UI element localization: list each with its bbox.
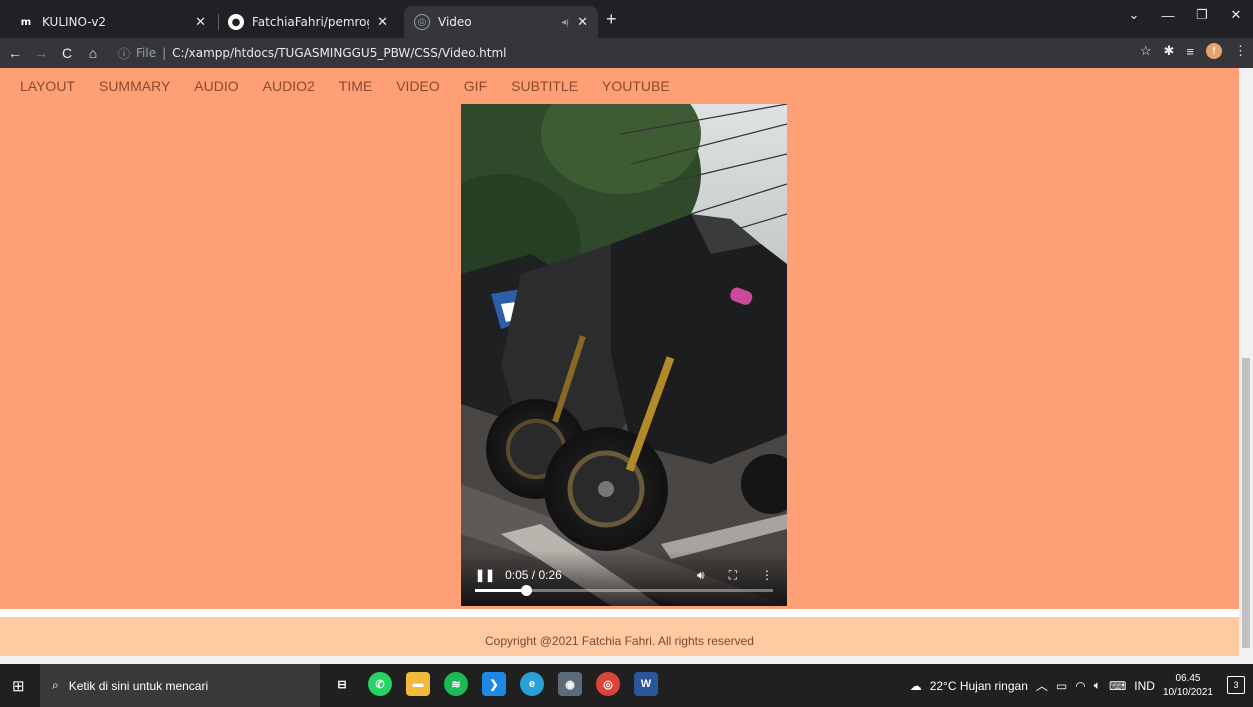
address-prefix: File bbox=[136, 46, 157, 60]
scrollbar-thumb[interactable] bbox=[1242, 358, 1250, 648]
address-url: C:/xampp/htdocs/TUGASMINGGU5_PBW/CSS/Vid… bbox=[172, 46, 507, 60]
tab-github[interactable]: ● FatchiaFahri/pemrograman-web- ✕ bbox=[218, 6, 398, 38]
windows-taskbar: ⊞ ⌕ Ketik di sini untuk mencari ⊟ ✆ ▬ ≋ … bbox=[0, 664, 1253, 707]
address-divider: | bbox=[162, 46, 167, 60]
minimize-button[interactable]: — bbox=[1151, 0, 1185, 30]
clock-date: 10/10/2021 bbox=[1162, 686, 1213, 698]
tab-label: FatchiaFahri/pemrograman-web- bbox=[252, 15, 369, 29]
profile-avatar[interactable]: f bbox=[1206, 43, 1222, 59]
more-options-icon[interactable]: ⋮ bbox=[761, 568, 773, 583]
language-indicator[interactable]: IND bbox=[1134, 679, 1155, 693]
vertical-scrollbar[interactable] bbox=[1239, 68, 1253, 664]
window-controls: ⌄ — ❐ ✕ bbox=[1117, 0, 1253, 30]
main-section: LAYOUT SUMMARY AUDIO AUDIO2 TIME VIDEO G… bbox=[0, 68, 1239, 609]
home-icon[interactable]: ⌂ bbox=[82, 45, 104, 61]
weather-text[interactable]: 22°C Hujan ringan bbox=[930, 679, 1028, 693]
nav-link-youtube[interactable]: YOUTUBE bbox=[602, 78, 670, 94]
pause-icon[interactable]: ❚❚ bbox=[475, 568, 495, 582]
close-icon[interactable]: ✕ bbox=[195, 15, 206, 30]
camera-icon[interactable]: ◉ bbox=[558, 672, 582, 696]
nav-link-summary[interactable]: SUMMARY bbox=[99, 78, 170, 94]
search-placeholder: Ketik di sini untuk mencari bbox=[68, 678, 209, 693]
keyboard-icon[interactable]: ⌨ bbox=[1109, 679, 1126, 693]
new-tab-button[interactable]: + bbox=[606, 9, 617, 30]
volume-icon[interactable]: 🔊︎ bbox=[697, 568, 705, 583]
nav-link-audio2[interactable]: AUDIO2 bbox=[263, 78, 315, 94]
chrome-icon[interactable]: ◎ bbox=[596, 672, 620, 696]
notification-center-icon[interactable]: 3 bbox=[1227, 676, 1245, 694]
footer-copyright: Copyright @2021 Fatchia Fahri. All right… bbox=[485, 633, 754, 648]
address-bar[interactable]: ⓘ File | C:/xampp/htdocs/TUGASMINGGU5_PB… bbox=[118, 41, 507, 65]
fullscreen-icon[interactable]: ⛶ bbox=[729, 568, 737, 583]
video-right-controls: 🔊︎ ⛶ ⋮ bbox=[697, 568, 773, 583]
nav-link-subtitle[interactable]: SUBTITLE bbox=[511, 78, 578, 94]
video-progress-fill bbox=[475, 589, 526, 592]
tab-label: KULINO-v2 bbox=[42, 15, 107, 29]
tab-search-icon[interactable]: ⌄ bbox=[1117, 0, 1151, 30]
battery-icon[interactable]: ▭ bbox=[1056, 679, 1067, 693]
page-viewport: LAYOUT SUMMARY AUDIO AUDIO2 TIME VIDEO G… bbox=[0, 68, 1253, 664]
close-icon[interactable]: ✕ bbox=[577, 15, 588, 30]
system-tray: ☁ 22°C Hujan ringan ︿ ▭ ◠ 🔈︎ ⌨ IND 06.45… bbox=[910, 664, 1213, 707]
taskbar-apps: ⊟ ✆ ▬ ≋ ❯ e ◉ ◎ W bbox=[330, 672, 658, 696]
nav-link-layout[interactable]: LAYOUT bbox=[20, 78, 75, 94]
nav-link-gif[interactable]: GIF bbox=[464, 78, 487, 94]
video-frame bbox=[461, 104, 787, 606]
weather-cloud-icon: ☁ bbox=[909, 678, 922, 693]
nav-link-time[interactable]: TIME bbox=[339, 78, 372, 94]
tab-kulino[interactable]: m KULINO-v2 ✕ bbox=[8, 6, 216, 38]
search-icon: ⌕ bbox=[52, 678, 59, 692]
video-player[interactable]: ❚❚ 0:05 / 0:26 🔊︎ ⛶ ⋮ bbox=[461, 104, 787, 606]
globe-icon: ◎ bbox=[414, 14, 430, 30]
video-progress-bar[interactable] bbox=[475, 585, 773, 596]
spotify-icon[interactable]: ≋ bbox=[444, 672, 468, 696]
bookmark-star-icon[interactable]: ☆ bbox=[1140, 43, 1152, 59]
nav-link-video[interactable]: VIDEO bbox=[396, 78, 440, 94]
github-icon: ● bbox=[228, 14, 244, 30]
taskbar-clock[interactable]: 06.45 10/10/2021 bbox=[1163, 672, 1213, 700]
taskbar-search[interactable]: ⌕ Ketik di sini untuk mencari bbox=[40, 664, 320, 707]
nav-link-audio[interactable]: AUDIO bbox=[194, 78, 238, 94]
clock-time: 06.45 bbox=[1175, 672, 1201, 684]
kulino-icon: m bbox=[20, 16, 32, 28]
file-explorer-icon[interactable]: ▬ bbox=[406, 672, 430, 696]
info-icon: ⓘ bbox=[118, 46, 131, 61]
reload-icon[interactable]: C bbox=[56, 45, 78, 61]
browser-toolbar: ← → C ⌂ ⓘ File | C:/xampp/htdocs/TUGASMI… bbox=[0, 38, 1253, 68]
tab-label: Video bbox=[438, 15, 472, 29]
video-controls: ❚❚ 0:05 / 0:26 🔊︎ ⛶ ⋮ bbox=[461, 550, 787, 606]
tab-video[interactable]: ◎ Video ◂ᴉ ✕ bbox=[404, 6, 598, 38]
menu-icon[interactable]: ⋮ bbox=[1234, 43, 1247, 59]
video-time-row: ❚❚ 0:05 / 0:26 bbox=[475, 568, 562, 582]
back-icon[interactable]: ← bbox=[4, 45, 26, 61]
forward-icon[interactable]: → bbox=[30, 45, 52, 61]
toolbar-actions: ☆ ✱ ≡ f ⋮ bbox=[1140, 43, 1247, 59]
task-view-icon[interactable]: ⊟ bbox=[330, 672, 354, 696]
whatsapp-icon[interactable]: ✆ bbox=[368, 672, 392, 696]
edge-icon[interactable]: e bbox=[520, 672, 544, 696]
maximize-button[interactable]: ❐ bbox=[1185, 0, 1219, 30]
vscode-icon[interactable]: ❯ bbox=[482, 672, 506, 696]
volume-tray-icon[interactable]: 🔈︎ bbox=[1094, 678, 1101, 693]
tray-chevron-icon[interactable]: ︿ bbox=[1036, 677, 1048, 694]
video-progress-knob[interactable] bbox=[520, 585, 532, 596]
top-nav: LAYOUT SUMMARY AUDIO AUDIO2 TIME VIDEO G… bbox=[20, 78, 694, 94]
tab-bar: m KULINO-v2 ✕ ● FatchiaFahri/pemrograman… bbox=[0, 0, 1253, 38]
video-time: 0:05 / 0:26 bbox=[505, 568, 562, 582]
windows-start-icon[interactable]: ⊞ bbox=[12, 677, 25, 695]
audio-playing-icon[interactable]: ◂ᴉ bbox=[561, 17, 569, 28]
wifi-icon[interactable]: ◠ bbox=[1075, 679, 1085, 693]
reading-list-icon[interactable]: ≡ bbox=[1186, 44, 1194, 59]
horizontal-scrollbar[interactable] bbox=[0, 656, 1239, 664]
close-window-button[interactable]: ✕ bbox=[1219, 0, 1253, 30]
close-icon[interactable]: ✕ bbox=[377, 15, 388, 30]
word-icon[interactable]: W bbox=[634, 672, 658, 696]
notification-count: 3 bbox=[1233, 680, 1239, 690]
extensions-icon[interactable]: ✱ bbox=[1164, 43, 1175, 59]
